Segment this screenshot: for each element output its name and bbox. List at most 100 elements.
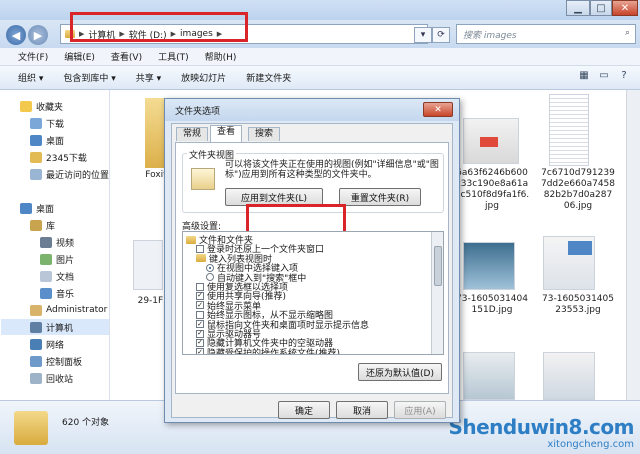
pictures-icon xyxy=(40,253,52,265)
menu-help[interactable]: 帮助(H) xyxy=(205,50,237,63)
menu-view[interactable]: 查看(V) xyxy=(111,50,142,63)
dialog-title: 文件夹选项 xyxy=(175,107,221,117)
user-folder-icon xyxy=(30,304,42,316)
history-dropdown-button[interactable]: ▾ xyxy=(414,27,432,43)
tab-search[interactable]: 搜索 xyxy=(248,127,281,141)
maximize-button[interactable]: □ xyxy=(590,0,612,16)
computer-icon xyxy=(30,321,42,333)
file-thumbnail-29[interactable] xyxy=(133,240,163,290)
nav-desktop[interactable]: 桌面 xyxy=(30,132,64,148)
help-icon: ? xyxy=(621,70,627,81)
folder-icon xyxy=(186,235,196,244)
scrollbar-thumb[interactable] xyxy=(434,246,442,286)
nav-recent[interactable]: 最近访问的位置 xyxy=(30,166,109,182)
nav-network[interactable]: 网络 xyxy=(30,336,64,352)
file-name-73-151[interactable]: 73-1605031404 151D.jpg xyxy=(449,294,535,316)
content-scrollbar[interactable] xyxy=(626,90,640,400)
reset-folders-button[interactable]: 重置文件夹(R) xyxy=(339,188,421,206)
setting-checkbox[interactable]: ✓ xyxy=(196,338,204,347)
ok-button[interactable]: 确定 xyxy=(278,401,330,419)
apply-button[interactable]: 应用(A) xyxy=(394,401,446,419)
advanced-settings-tree[interactable]: 文件和文件夹 登录时还原上一个文件夹窗口 键入列表视图时 在视图中选择键入项 自动键入到… xyxy=(182,231,444,355)
nav-label: 回收站 xyxy=(46,374,74,385)
file-name-7c67[interactable]: 7c6710d791239 7dd2e660a7458 82b2b7d0a287… xyxy=(535,168,621,212)
nav-administrator[interactable]: Administrator xyxy=(30,302,107,318)
advanced-settings-scrollbar[interactable] xyxy=(431,232,443,354)
setting-checkbox[interactable]: ✓ xyxy=(196,320,204,329)
refresh-button[interactable]: ⟳ xyxy=(432,27,450,43)
file-thumbnail-foxit[interactable] xyxy=(145,98,165,168)
nav-desktop-root[interactable]: 桌面 xyxy=(20,200,54,216)
setting-checkbox[interactable] xyxy=(196,244,204,253)
nav-2345-downloads[interactable]: 2345下载 xyxy=(30,149,87,165)
nav-downloads[interactable]: 下载 xyxy=(30,115,64,131)
file-thumbnail-bottom-1[interactable] xyxy=(463,352,515,400)
nav-computer[interactable]: 计算机 xyxy=(1,319,109,335)
tab-general[interactable]: 常规 xyxy=(176,127,209,141)
close-icon: ✕ xyxy=(434,104,442,115)
search-icon[interactable]: ⌕ xyxy=(625,28,630,38)
help-button[interactable]: ? xyxy=(616,70,632,86)
dialog-close-button[interactable]: ✕ xyxy=(423,102,453,117)
watermark: Shenduwin8.com xitongcheng.com xyxy=(448,415,634,450)
folder-icon xyxy=(30,151,42,163)
explorer-window: ▁ □ ✕ ◀ ▶ ▶ 计算机 ▶ 软件 (D:) ▶ images ▶ ▾ ⟳… xyxy=(0,0,640,454)
include-library-button[interactable]: 包含到库中 ▾ xyxy=(63,71,115,84)
thumbnail-content xyxy=(480,137,498,147)
tab-view[interactable]: 查看 xyxy=(210,125,243,142)
file-thumbnail-73-235[interactable] xyxy=(543,236,595,290)
nav-label: 文档 xyxy=(56,272,75,283)
organize-button[interactable]: 组织 ▾ xyxy=(18,71,43,84)
dialog-body: 常规 查看 搜索 文件夹视图 可以将该文件夹正在使用的视图(例如"详细信息"或"… xyxy=(171,123,453,419)
nav-recycle-bin[interactable]: 回收站 xyxy=(30,370,73,386)
new-folder-button[interactable]: 新建文件夹 xyxy=(246,71,291,84)
nav-label: 桌面 xyxy=(46,136,65,147)
nav-label: Administrator xyxy=(46,305,108,315)
search-input[interactable]: 搜索 images ⌕ xyxy=(456,24,636,44)
search-placeholder: 搜索 images xyxy=(463,30,517,41)
desktop-icon xyxy=(30,134,42,146)
menu-file[interactable]: 文件(F) xyxy=(18,50,48,63)
menu-edit[interactable]: 编辑(E) xyxy=(64,50,95,63)
view-options-button[interactable]: ▦ xyxy=(576,70,592,86)
nav-label: 计算机 xyxy=(46,323,74,334)
file-thumbnail-bottom-2[interactable] xyxy=(543,352,595,400)
nav-pictures[interactable]: 图片 xyxy=(40,251,74,267)
file-name-6a63[interactable]: 6a63f6246b600 c33c190e8a61a 4c510f8d9fa1… xyxy=(449,168,535,212)
setting-checkbox[interactable]: ✓ xyxy=(196,301,204,310)
setting-checkbox[interactable] xyxy=(196,310,204,319)
setting-checkbox[interactable]: ✓ xyxy=(196,291,204,300)
close-button[interactable]: ✕ xyxy=(612,0,638,16)
file-thumbnail-73-151[interactable] xyxy=(463,242,515,290)
setting-checkbox[interactable]: ✓ xyxy=(196,348,204,354)
slideshow-button[interactable]: 放映幻灯片 xyxy=(181,71,226,84)
back-button[interactable]: ◀ xyxy=(6,25,26,45)
nav-favorites[interactable]: 收藏夹 xyxy=(20,98,63,114)
nav-videos[interactable]: 视频 xyxy=(40,234,74,250)
nav-documents[interactable]: 文档 xyxy=(40,268,74,284)
navigation-pane: 收藏夹 下载 桌面 2345下载 最近访问的位置 桌面 库 视频 图片 文档 音… xyxy=(0,90,110,400)
menu-tools[interactable]: 工具(T) xyxy=(158,50,189,63)
cancel-button[interactable]: 取消 xyxy=(336,401,388,419)
setting-row[interactable]: ✓ 隐藏受保护的操作系统文件(推荐) xyxy=(196,347,341,355)
file-thumbnail-7c67[interactable] xyxy=(549,94,589,166)
file-name-73-235[interactable]: 73-1605031405 23553.jpg xyxy=(535,294,621,316)
folder-options-dialog: 文件夹选项 ✕ 常规 查看 搜索 文件夹视图 可以将该文件夹正在使用的视图(例如… xyxy=(164,98,460,423)
setting-checkbox[interactable] xyxy=(196,282,204,291)
file-thumbnail-6a63[interactable] xyxy=(463,118,519,164)
nav-label: 收藏夹 xyxy=(36,102,64,113)
nav-control-panel[interactable]: 控制面板 xyxy=(30,353,82,369)
setting-label: 隐藏受保护的操作系统文件(推荐) xyxy=(207,348,341,355)
restore-defaults-button[interactable]: 还原为默认值(D) xyxy=(358,363,442,381)
nav-music[interactable]: 音乐 xyxy=(40,285,74,301)
setting-checkbox[interactable]: ✓ xyxy=(196,329,204,338)
nav-label: 库 xyxy=(46,221,56,232)
minimize-button[interactable]: ▁ xyxy=(566,0,590,16)
nav-library[interactable]: 库 xyxy=(30,217,55,233)
setting-radio[interactable] xyxy=(206,263,214,272)
view-tab-panel: 文件夹视图 可以将该文件夹正在使用的视图(例如"详细信息"或"图标")应用到所有… xyxy=(175,142,449,394)
preview-pane-button[interactable]: ▭ xyxy=(596,70,612,86)
forward-button[interactable]: ▶ xyxy=(28,25,48,45)
nav-label: 下载 xyxy=(46,119,65,130)
share-button[interactable]: 共享 ▾ xyxy=(136,71,161,84)
